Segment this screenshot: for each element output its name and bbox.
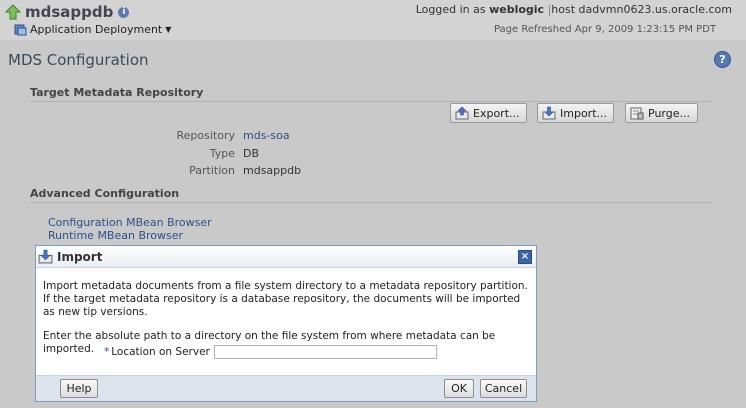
- location-label-text: Location on Server: [111, 346, 210, 358]
- purge-icon: [630, 107, 644, 120]
- app-name: mdsappdb: [25, 3, 114, 21]
- runtime-mbean-browser-link[interactable]: Runtime MBean Browser: [48, 229, 183, 242]
- info-icon[interactable]: i: [118, 6, 130, 18]
- host-text: host dadvmn0623.us.oracle.com: [551, 3, 732, 16]
- help-button[interactable]: Help: [60, 379, 98, 398]
- target-repo-heading: Target Metadata Repository: [30, 86, 713, 102]
- page-title: MDS Configuration: [8, 51, 149, 69]
- deployment-icon: [14, 24, 27, 36]
- partition-value: mdsappdb: [243, 164, 302, 177]
- ok-button[interactable]: OK: [444, 379, 474, 398]
- export-button[interactable]: Export...: [450, 103, 527, 123]
- up-arrow-icon[interactable]: [5, 4, 21, 20]
- dialog-title: Import: [57, 249, 103, 264]
- location-label: * Location on Server: [104, 346, 210, 358]
- app-title: mdsappdb i: [5, 3, 130, 21]
- import-label: Import...: [560, 106, 607, 120]
- application-deployment-menu[interactable]: Application Deployment ▼: [14, 23, 171, 36]
- dialog-message: Import metadata documents from a file sy…: [43, 280, 528, 318]
- chevron-down-icon: ▼: [165, 25, 172, 34]
- import-icon: [38, 249, 53, 264]
- close-icon[interactable]: ×: [518, 250, 532, 264]
- purge-label: Purge...: [648, 106, 690, 120]
- import-dialog: Import × Import metadata documents from …: [35, 245, 537, 402]
- header: mdsappdb i Application Deployment ▼ Logg…: [0, 0, 746, 40]
- dialog-footer: Help OK Cancel: [36, 375, 536, 401]
- configuration-mbean-browser-link[interactable]: Configuration MBean Browser: [48, 216, 212, 229]
- help-icon[interactable]: ?: [714, 51, 731, 68]
- import-icon: [542, 106, 556, 120]
- location-on-server-input[interactable]: [214, 345, 437, 359]
- type-label: Type: [209, 147, 235, 160]
- export-icon: [455, 106, 469, 120]
- dialog-header[interactable]: Import ×: [36, 246, 536, 268]
- cancel-button[interactable]: Cancel: [480, 379, 527, 398]
- type-value: DB: [243, 147, 260, 160]
- login-info: Logged in as weblogic |host dadvmn0623.u…: [416, 3, 732, 16]
- menu-label: Application Deployment: [30, 23, 163, 36]
- repository-link[interactable]: mds-soa: [243, 129, 290, 142]
- repository-label: Repository: [176, 129, 236, 142]
- username: weblogic: [489, 3, 545, 16]
- page-refreshed: Page Refreshed Apr 9, 2009 1:23:15 PM PD…: [493, 24, 716, 35]
- partition-label: Partition: [189, 164, 235, 177]
- advanced-config-heading: Advanced Configuration: [30, 187, 713, 203]
- import-button[interactable]: Import...: [537, 103, 614, 123]
- logged-in-prefix: Logged in as: [415, 3, 486, 16]
- required-icon: *: [104, 346, 110, 358]
- export-label: Export...: [473, 106, 520, 120]
- purge-button[interactable]: Purge...: [625, 103, 698, 123]
